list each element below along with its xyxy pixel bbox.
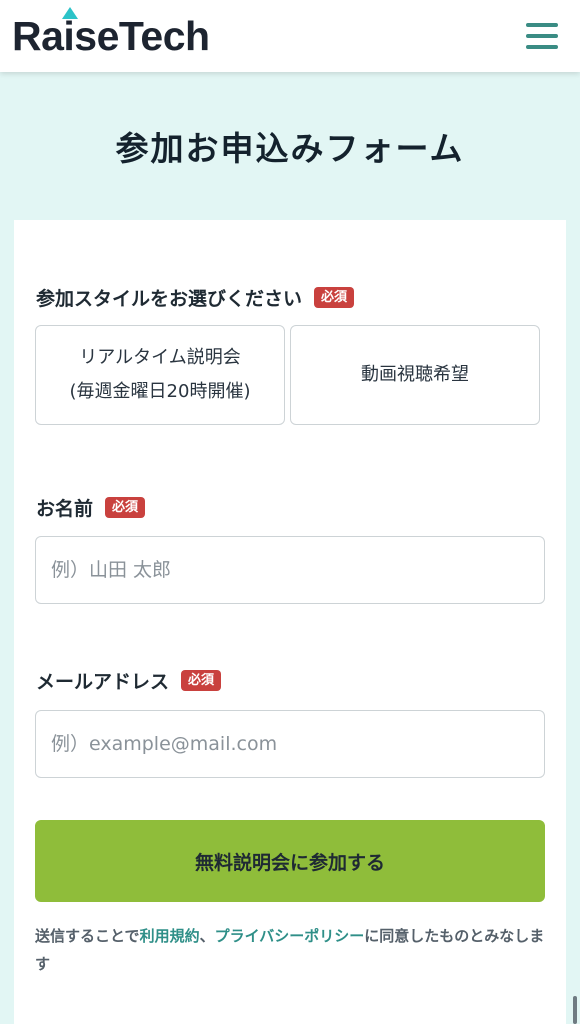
menu-bar: [526, 23, 558, 27]
agreement-prefix: 送信することで: [35, 927, 140, 945]
option-line: リアルタイム説明会: [79, 347, 241, 368]
required-badge: 必須: [181, 670, 222, 691]
option-line: (毎週金曜日20時開催): [69, 381, 251, 402]
style-label-text: 参加スタイルをお選びください: [36, 288, 303, 310]
option-line: 動画視聴希望: [361, 364, 469, 385]
privacy-policy-link[interactable]: プライバシーポリシー: [215, 927, 365, 945]
scrollbar-thumb[interactable]: [573, 996, 577, 1024]
required-badge: 必須: [105, 497, 146, 518]
email-field-label: メールアドレス 必須: [36, 667, 222, 694]
style-option-realtime[interactable]: リアルタイム説明会 (毎週金曜日20時開催): [35, 325, 285, 425]
menu-bar: [526, 45, 558, 49]
hamburger-menu-icon[interactable]: [526, 23, 558, 49]
required-badge: 必須: [314, 287, 355, 308]
logo-text: RaiseTech: [12, 12, 210, 59]
name-label-text: お名前: [36, 498, 94, 520]
name-field-label: お名前 必須: [36, 494, 146, 521]
raisetech-logo[interactable]: RaiseTech: [12, 6, 210, 59]
email-label-text: メールアドレス: [36, 671, 170, 693]
page-title: 参加お申込みフォーム: [115, 129, 465, 168]
email-input[interactable]: [35, 710, 545, 778]
agreement-text: 送信することで利用規約、プライバシーポリシーに同意したものとみなします: [35, 922, 547, 978]
terms-link[interactable]: 利用規約: [140, 927, 200, 945]
menu-bar: [526, 34, 558, 38]
application-form-card: 参加スタイルをお選びください 必須 リアルタイム説明会 (毎週金曜日20時開催)…: [14, 220, 566, 1024]
style-field-label: 参加スタイルをお選びください 必須: [36, 284, 355, 311]
style-option-video[interactable]: 動画視聴希望: [290, 325, 540, 425]
agreement-separator: 、: [199, 927, 215, 945]
name-input[interactable]: [35, 536, 545, 604]
submit-button[interactable]: 無料説明会に参加する: [35, 820, 545, 902]
site-header: RaiseTech: [0, 0, 580, 72]
logo-triangle-icon: [62, 6, 78, 19]
